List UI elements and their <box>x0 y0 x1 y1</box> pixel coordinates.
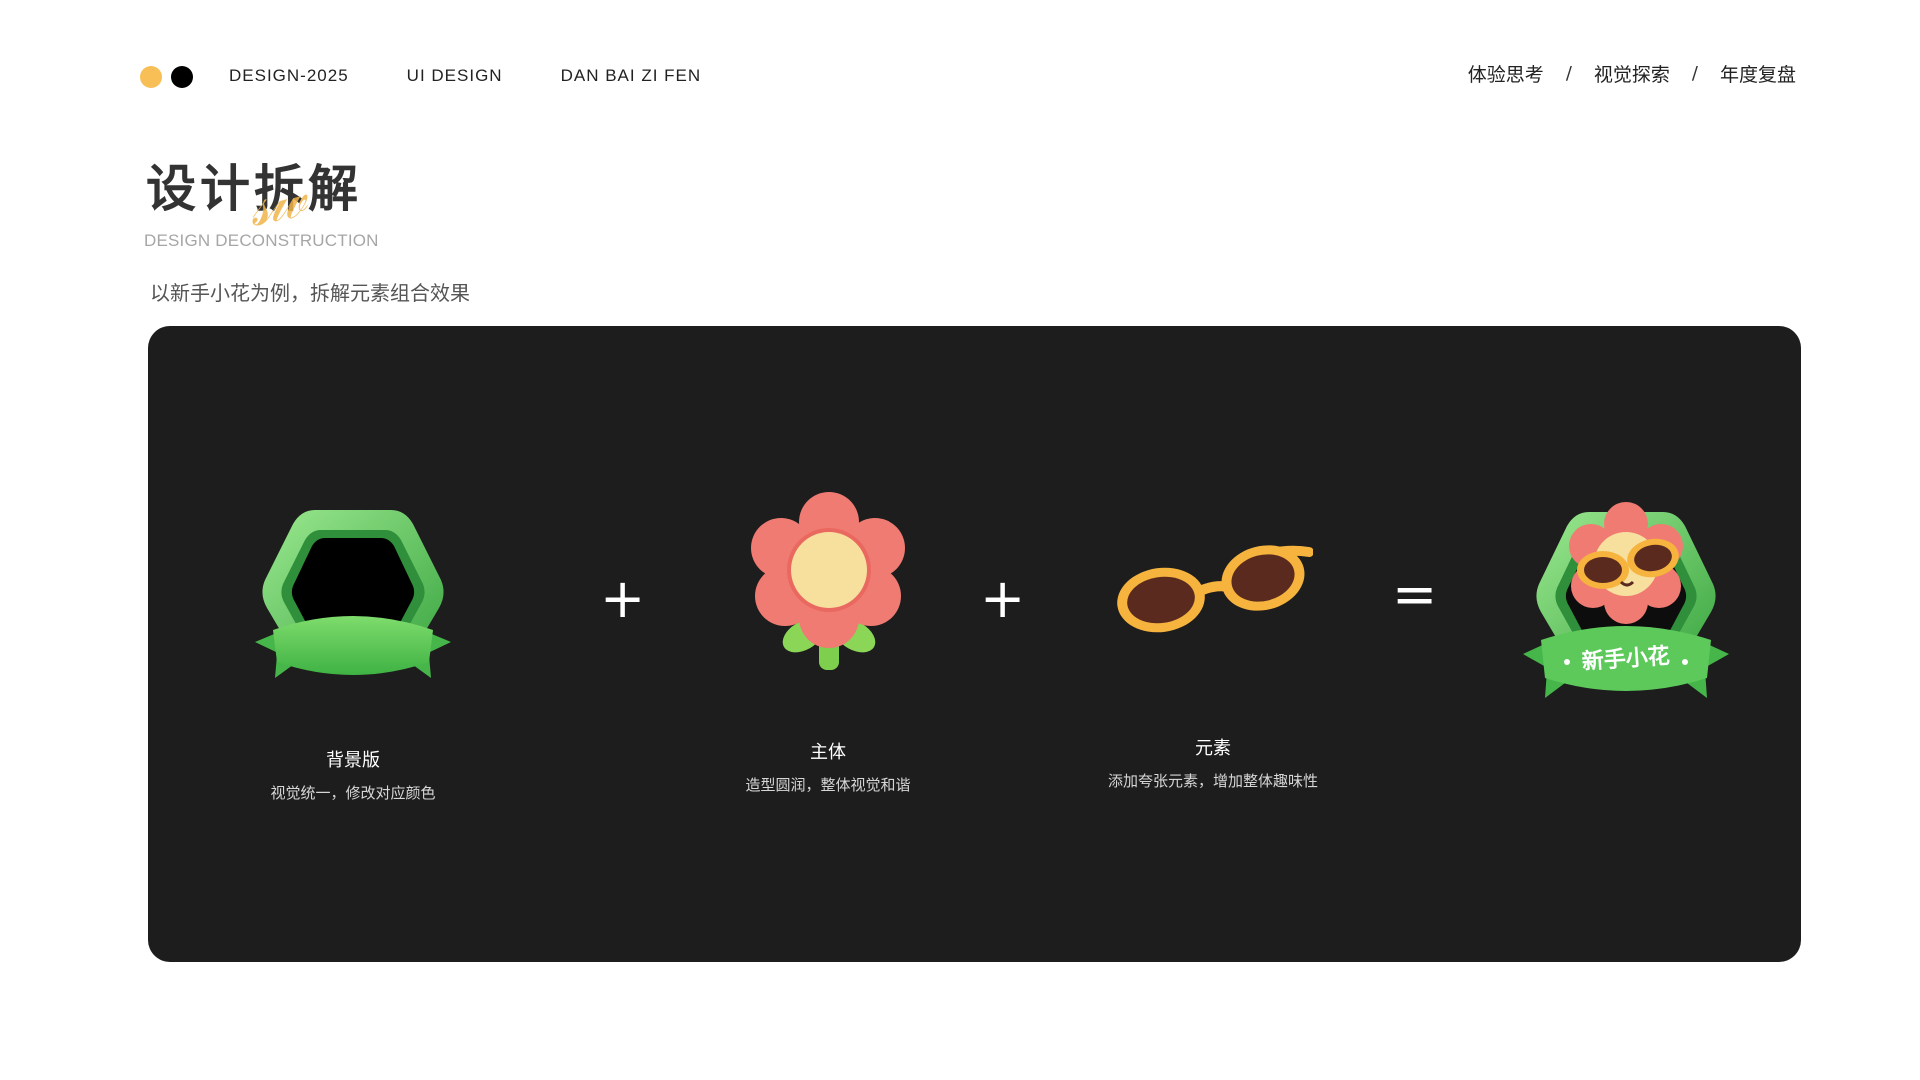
plus-sign: + <box>600 567 646 630</box>
component-description: 添加夸张元素，增加整体趣味性 <box>1107 772 1318 790</box>
nav-item-annual-review[interactable]: 年度复盘 <box>1720 60 1796 87</box>
component-description: 造型圆润，整体视觉和谐 <box>745 776 911 794</box>
component-title: 元素 <box>1195 738 1231 759</box>
page-subtitle: DESIGN DECONSTRUCTION <box>144 231 379 250</box>
nav-item-visual-exploration[interactable]: 视觉探索 <box>1594 60 1670 87</box>
component-background: 背景版 视觉统一，修改对应颜色 <box>248 502 458 803</box>
nav-item-dan-bai-zi-fen[interactable]: DAN BAI ZI FEN <box>561 66 702 86</box>
component-title: 背景版 <box>326 750 380 771</box>
nav-separator: / <box>1565 63 1572 84</box>
intro-text: 以新手小花为例，拆解元素组合效果 <box>150 281 470 305</box>
black-dot <box>171 66 193 88</box>
sunglasses-icon <box>1117 545 1313 633</box>
top-nav-left: DESIGN-2025 UI DESIGN DAN BAI ZI FEN <box>229 66 701 86</box>
nav-item-design-2025[interactable]: DESIGN-2025 <box>229 66 349 86</box>
component-title: 主体 <box>810 742 846 763</box>
header-dots <box>140 66 193 88</box>
deconstruction-panel: 背景版 视觉统一，修改对应颜色 + 主体 造型圆润，整体视觉和谐 + 元素 添加… <box>148 326 1801 962</box>
nav-item-ui-design[interactable]: UI DESIGN <box>407 66 503 86</box>
top-nav-right: 体验思考 / 视觉探索 / 年度复盘 <box>1468 60 1796 87</box>
component-element: 元素 添加夸张元素，增加整体趣味性 <box>1078 538 1348 791</box>
section-title-block: 设计拆解 𝓈𝓌 <box>146 164 362 240</box>
flower-icon <box>751 492 905 670</box>
result-badge: 新手小花 <box>1516 502 1736 712</box>
plus-sign: + <box>980 567 1026 630</box>
component-subject: 主体 造型圆润，整体视觉和谐 <box>718 486 938 795</box>
equals-sign: = <box>1392 563 1438 626</box>
yellow-dot <box>140 66 162 88</box>
badge-background-icon <box>255 510 451 678</box>
nav-separator: / <box>1691 63 1698 84</box>
badge-result-icon: 新手小花 <box>1523 502 1729 698</box>
nav-item-experience-thinking[interactable]: 体验思考 <box>1468 60 1544 87</box>
component-description: 视觉统一，修改对应颜色 <box>270 784 436 802</box>
